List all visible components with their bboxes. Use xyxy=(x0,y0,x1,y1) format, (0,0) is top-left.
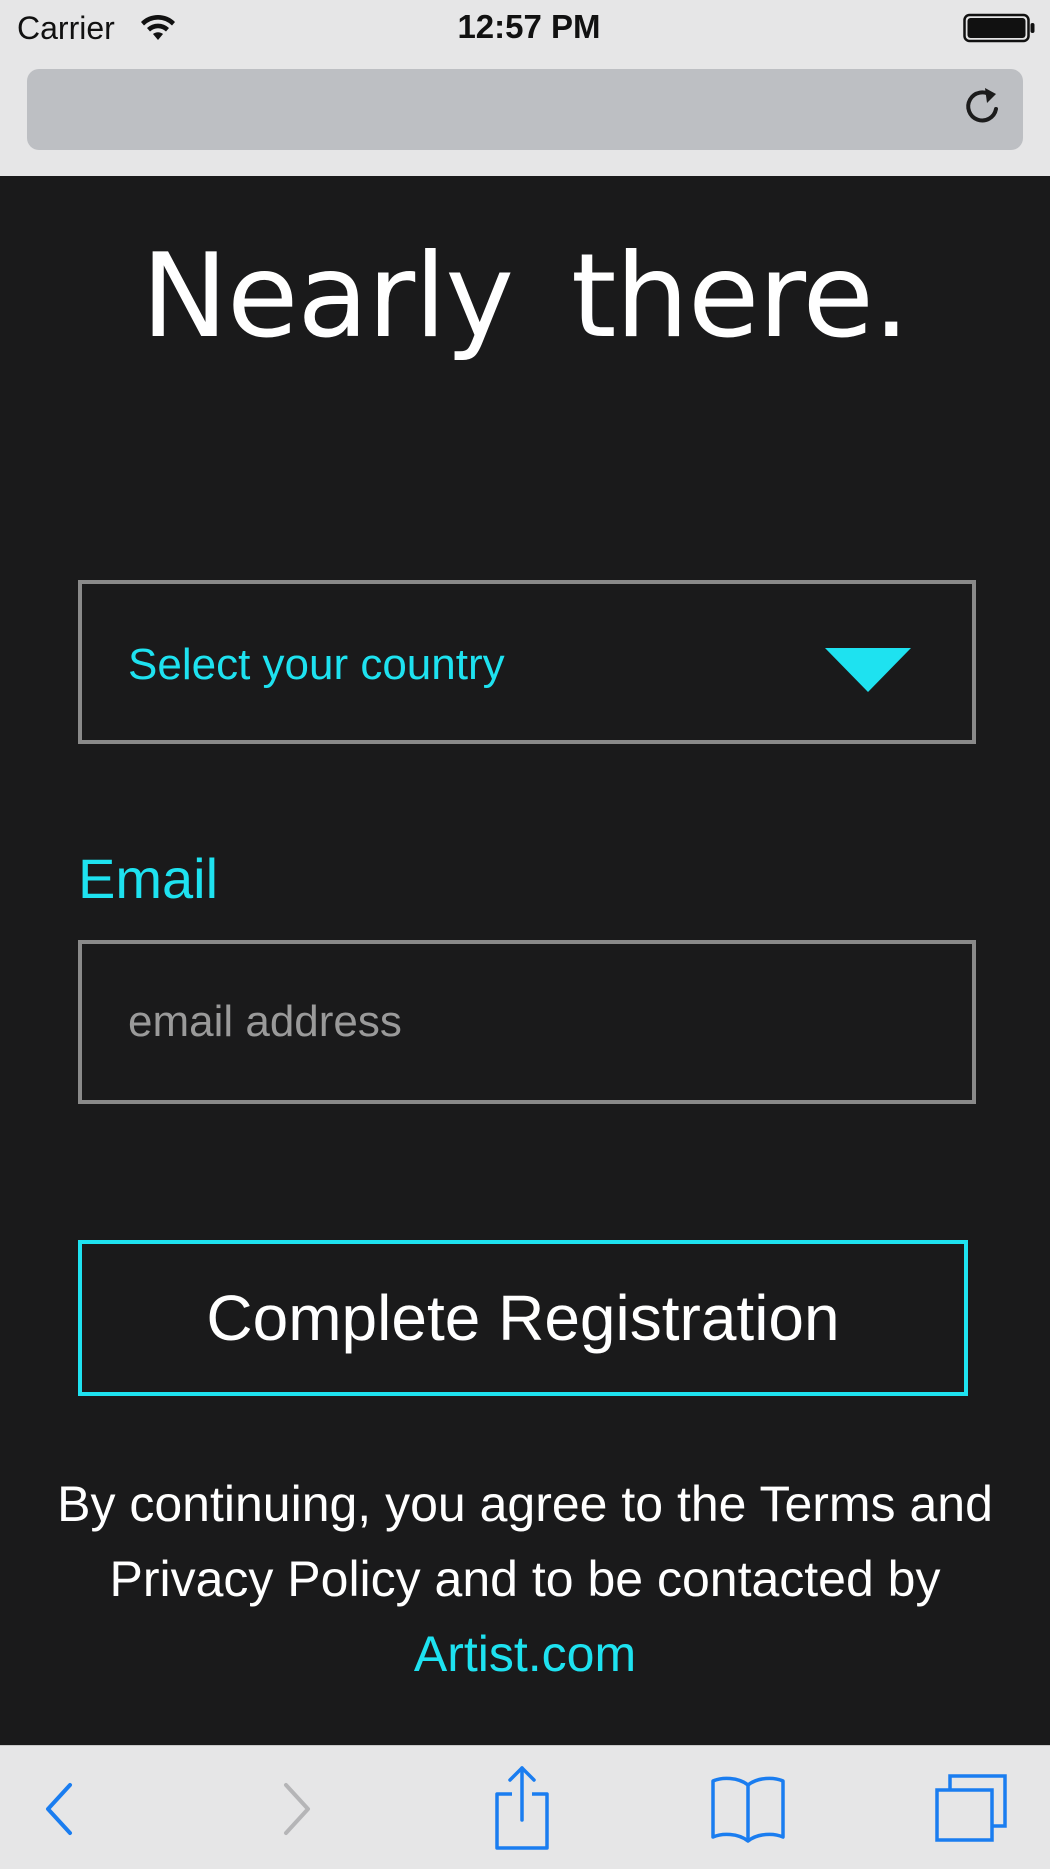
email-field[interactable] xyxy=(78,940,976,1104)
address-bar[interactable] xyxy=(27,69,1023,150)
bookmarks-icon[interactable] xyxy=(710,1773,786,1843)
terms-text: By continuing, you agree to the Terms an… xyxy=(57,1476,993,1607)
browser-top-chrome: Carrier 12:57 PM xyxy=(0,0,1050,176)
share-icon[interactable] xyxy=(492,1764,552,1852)
page-title: Nearly there. xyxy=(141,229,909,364)
complete-registration-button[interactable]: Complete Registration xyxy=(78,1240,968,1396)
reload-icon[interactable] xyxy=(960,84,1006,130)
forward-icon[interactable] xyxy=(276,1781,316,1837)
tabs-icon[interactable] xyxy=(934,1773,1008,1843)
back-icon[interactable] xyxy=(40,1781,80,1837)
country-select-value: Select your country xyxy=(128,640,505,689)
dropdown-triangle-icon xyxy=(825,648,911,692)
browser-toolbar xyxy=(0,1745,1050,1869)
email-label: Email xyxy=(78,847,219,910)
artist-link[interactable]: Artist.com xyxy=(414,1626,636,1682)
country-select[interactable]: Select your country xyxy=(78,580,976,744)
status-time: 12:57 PM xyxy=(457,8,601,45)
battery-icon xyxy=(963,13,1035,43)
terms-notice: By continuing, you agree to the Terms an… xyxy=(40,1467,1010,1692)
status-bar: Carrier 12:57 PM xyxy=(0,0,1050,58)
